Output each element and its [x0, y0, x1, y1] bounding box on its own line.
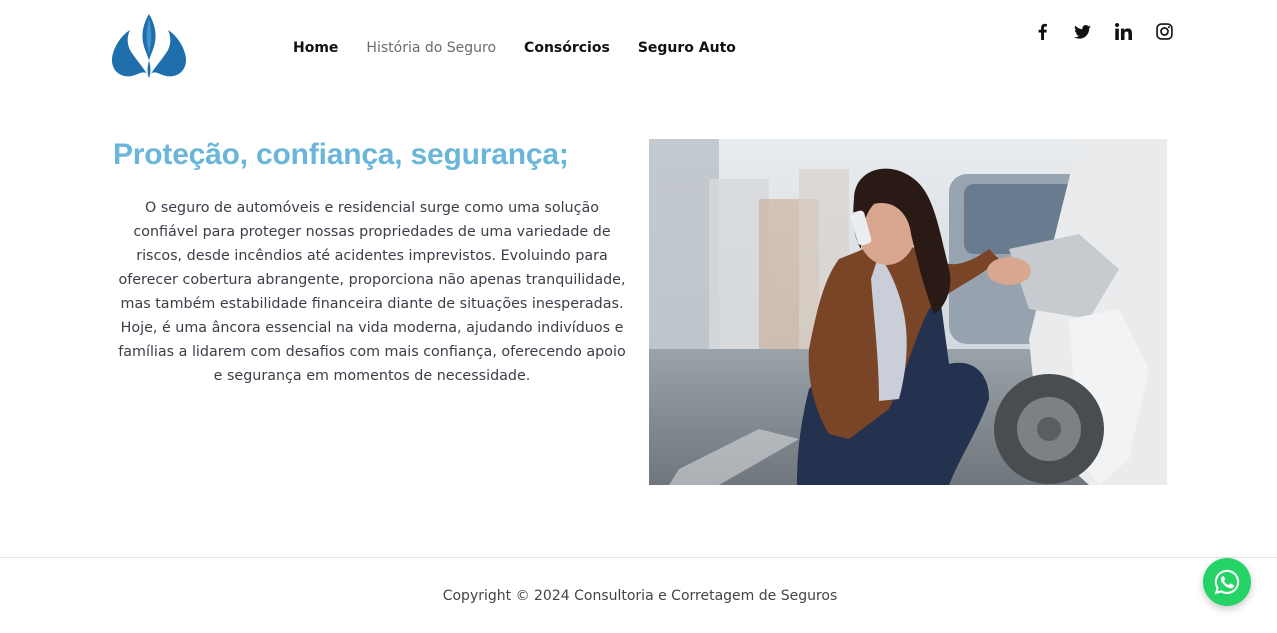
site-footer: Copyright © 2024 Consultoria e Corretage…	[0, 557, 1277, 633]
nav-home[interactable]: Home	[293, 40, 338, 56]
social-links	[1031, 21, 1175, 42]
page: Home História do Seguro Consórcios Segur…	[0, 0, 1277, 633]
logo[interactable]	[106, 12, 192, 84]
facebook-icon[interactable]	[1031, 21, 1052, 42]
hero-paragraph: O seguro de automóveis e residencial sur…	[118, 200, 626, 384]
copyright-text: Copyright © 2024 Consultoria e Corretage…	[442, 588, 838, 604]
whatsapp-icon	[1214, 569, 1240, 595]
linkedin-icon[interactable]	[1113, 21, 1134, 42]
twitter-icon[interactable]	[1072, 21, 1093, 42]
car-accident-photo	[649, 139, 1167, 485]
instagram-icon[interactable]	[1154, 21, 1175, 42]
nav-historia-do-seguro[interactable]: História do Seguro	[366, 40, 496, 56]
logo-icon	[112, 14, 186, 78]
hero-image	[649, 139, 1167, 485]
main-nav: Home História do Seguro Consórcios Segur…	[293, 40, 736, 56]
site-header: Home História do Seguro Consórcios Segur…	[0, 0, 1277, 100]
nav-seguro-auto[interactable]: Seguro Auto	[638, 40, 736, 56]
whatsapp-button[interactable]	[1203, 558, 1251, 606]
hero-title: Proteção, confiança, segurança;	[113, 138, 569, 171]
nav-consorcios[interactable]: Consórcios	[524, 40, 610, 56]
